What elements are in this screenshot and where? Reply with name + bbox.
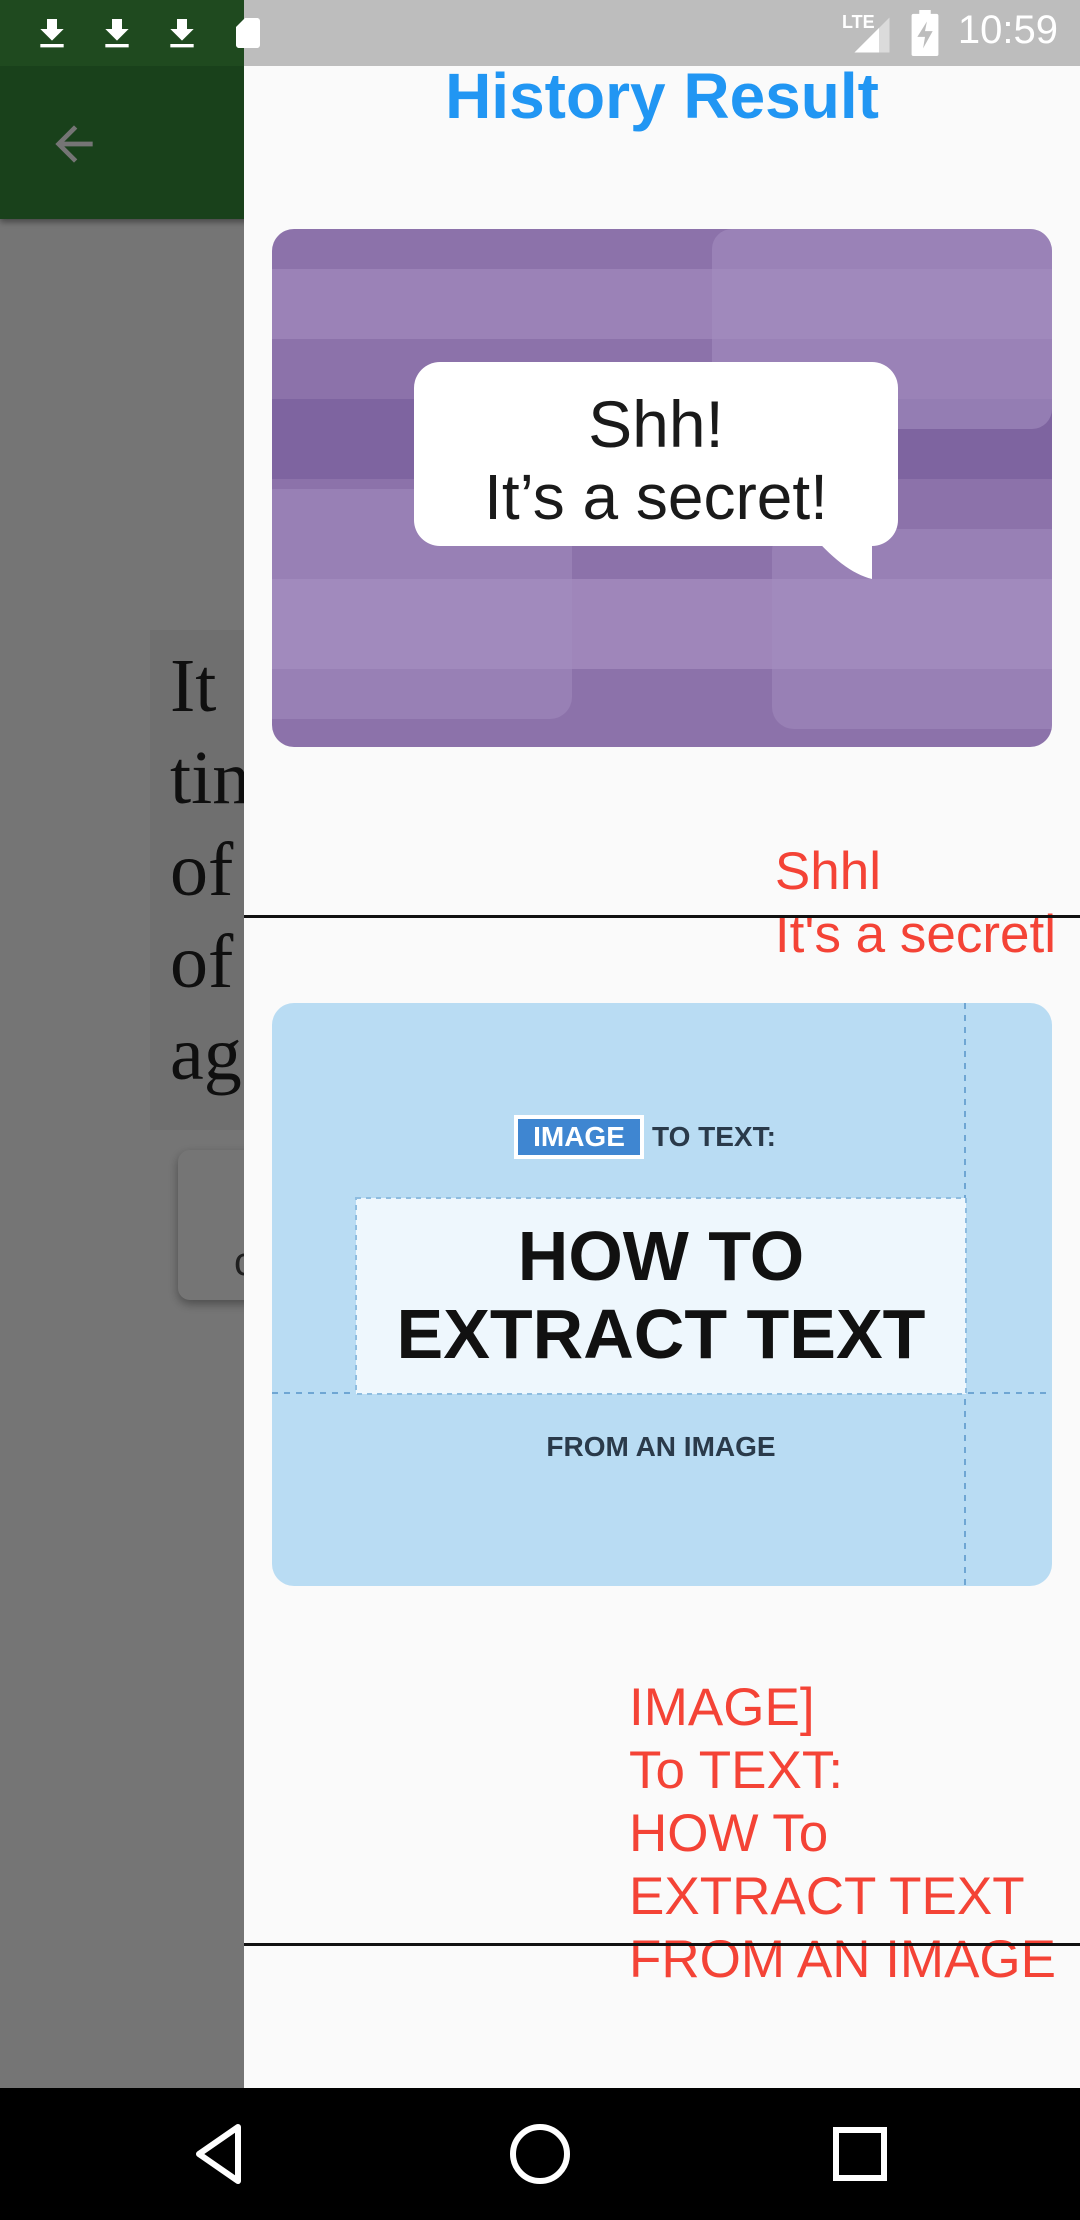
recents-square-icon[interactable]	[824, 2118, 896, 2190]
banner-footer: FROM AN IMAGE	[546, 1431, 775, 1462]
drawer-title: History Result	[445, 66, 879, 132]
history-item-image[interactable]: Shh! It’s a secret!	[272, 229, 1052, 747]
banner-tag-rest: TO TEXT:	[652, 1121, 776, 1152]
status-bar: LTE 10:59	[0, 0, 1080, 66]
back-triangle-icon[interactable]	[184, 2118, 256, 2190]
history-item-result-text: IMAGE] To TEXT: HOW To EXTRACT TEXT FROM…	[244, 1613, 1056, 2054]
history-drawer: History Result Shh! It’s a secret! Shhl …	[244, 66, 1080, 2088]
history-item-divider	[244, 1943, 1080, 1946]
download-icon	[40, 19, 64, 48]
history-item-result-text: Shhl It's a secretl	[244, 777, 1056, 1029]
download-icon	[170, 19, 194, 48]
history-item-divider	[244, 915, 1080, 918]
status-bar-right	[244, 0, 1080, 66]
speech-bubble-line2: It’s a secret!	[484, 461, 828, 533]
download-icon	[105, 19, 129, 48]
navigation-bar	[0, 2088, 1080, 2220]
banner-headline-line1: HOW TO	[518, 1217, 804, 1295]
sd-card-icon	[236, 18, 260, 48]
battery-charging-icon	[911, 10, 939, 56]
banner-tag-highlight: IMAGE	[533, 1121, 625, 1152]
banner-headline-line2: EXTRACT TEXT	[397, 1295, 926, 1373]
history-item-image[interactable]: IMAGE TO TEXT: HOW TO EXTRACT TEXT FROM …	[272, 1003, 1052, 1586]
image-to-text-banner-image: IMAGE TO TEXT: HOW TO EXTRACT TEXT FROM …	[272, 1003, 1052, 1586]
screen: It tin of of ag c LTE	[0, 0, 1080, 2220]
speech-bubble-line1: Shh!	[588, 387, 724, 461]
signal-icon	[854, 17, 890, 53]
status-time: 10:59	[957, 8, 1058, 52]
secret-speech-bubble-image: Shh! It’s a secret!	[272, 229, 1052, 747]
home-circle-icon[interactable]	[504, 2118, 576, 2190]
history-item-result-value: Shhl It's a secretl	[774, 842, 1056, 964]
status-bar-left	[0, 0, 244, 66]
